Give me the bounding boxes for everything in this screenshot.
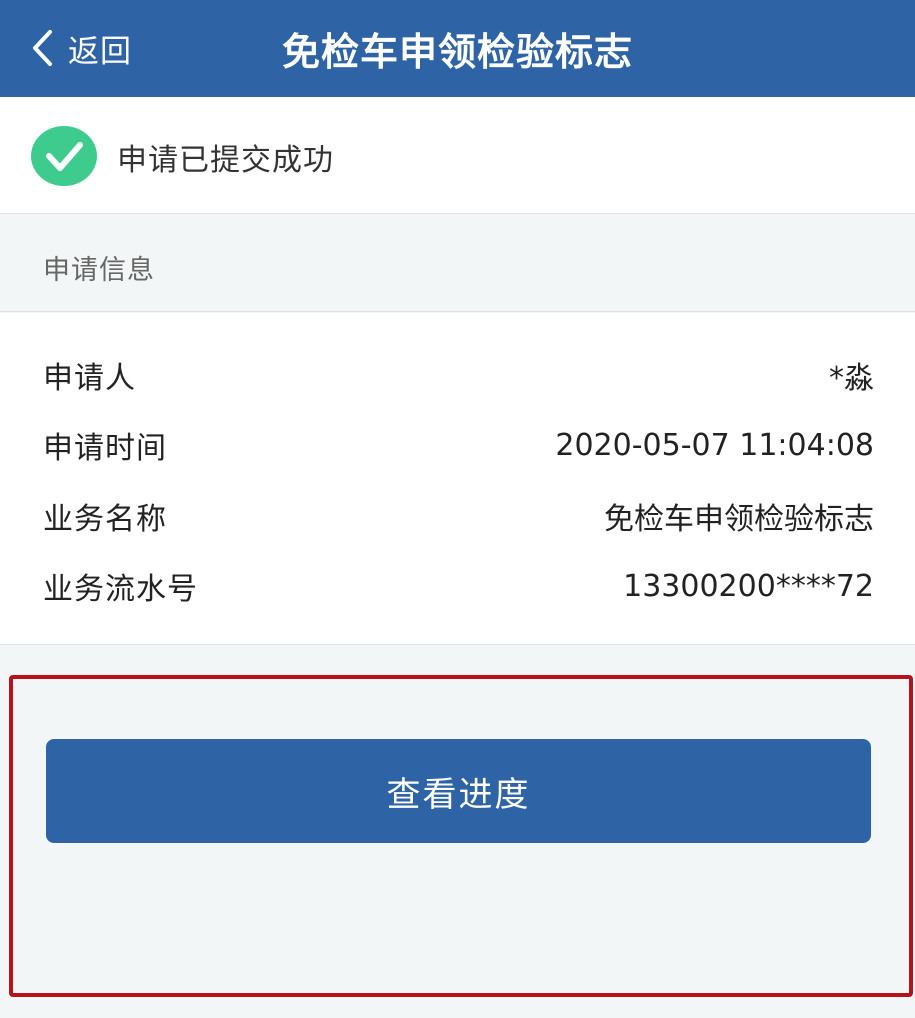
info-row-service: 业务名称 免检车申领检验标志 xyxy=(43,494,874,538)
page-title: 免检车申领检验标志 xyxy=(281,29,633,74)
success-message: 申请已提交成功 xyxy=(117,143,334,178)
section-header: 申请信息 xyxy=(0,215,915,312)
time-value: 2020-05-07 11:04:08 xyxy=(555,427,874,463)
chevron-left-icon xyxy=(33,30,52,66)
info-row-time: 申请时间 2020-05-07 11:04:08 xyxy=(43,423,874,467)
info-list: 申请人 *淼 申请时间 2020-05-07 11:04:08 业务名称 免检车… xyxy=(0,313,915,645)
service-label: 业务名称 xyxy=(43,502,167,537)
serial-label: 业务流水号 xyxy=(43,572,198,607)
service-value: 免检车申领检验标志 xyxy=(604,502,874,537)
view-progress-button[interactable]: 查看进度 xyxy=(46,739,871,843)
success-banner: 申请已提交成功 xyxy=(0,97,915,214)
info-row-serial: 业务流水号 13300200****72 xyxy=(43,564,874,608)
time-label: 申请时间 xyxy=(43,431,167,466)
serial-value: 13300200****72 xyxy=(623,568,874,604)
applicant-value: *淼 xyxy=(829,361,874,396)
app-header: 返回 免检车申领检验标志 xyxy=(0,0,915,97)
back-label: 返回 xyxy=(68,33,132,70)
check-circle-icon xyxy=(31,126,97,186)
section-title: 申请信息 xyxy=(43,255,155,286)
back-button[interactable]: 返回 xyxy=(28,22,132,74)
info-row-applicant: 申请人 *淼 xyxy=(43,353,874,397)
applicant-label: 申请人 xyxy=(43,361,136,396)
